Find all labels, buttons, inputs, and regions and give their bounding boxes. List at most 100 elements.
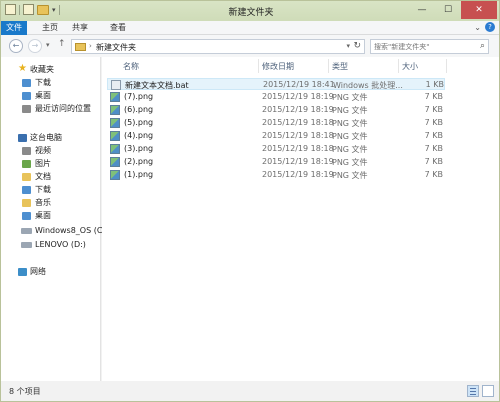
network-icon [18,268,27,276]
column-header-date[interactable]: 修改日期 [262,61,294,73]
file-type: PNG 文件 [332,158,368,167]
file-name: (7).png [124,92,154,101]
window-controls: — ☐ ✕ [409,1,497,19]
png-file-icon [110,157,120,167]
item-count: 8 个项目 [9,387,41,396]
column-divider[interactable] [398,59,399,73]
nav-label: 收藏夹 [30,65,54,74]
column-divider[interactable] [446,59,447,73]
title-bar: ▾ 新建文件夹 — ☐ ✕ [1,1,499,21]
file-type: PNG 文件 [332,106,368,115]
file-date: 2015/12/19 18:19 [262,170,334,179]
file-row[interactable]: 新建文本文档.bat 2015/12/19 18:41 Windows 批处理.… [107,78,445,90]
file-row[interactable]: (3).png 2015/12/19 18:18 PNG 文件 7 KB [107,143,445,155]
file-type: PNG 文件 [332,119,368,128]
file-size: 7 KB [424,157,443,166]
nav-label: 下载 [35,78,51,87]
file-type: Windows 批处理... [333,81,403,90]
nav-label: 最近访问的位置 [35,104,91,113]
column-header-size[interactable]: 大小 [402,61,418,73]
tab-view[interactable]: 查看 [102,21,134,35]
status-bar: 8 个项目 [1,381,499,401]
navigation-pane: ★ 收藏夹 下载 桌面 最近访问的位置 这台电脑 视频 图片 文档 下载 音乐 … [1,57,108,381]
file-size: 7 KB [424,131,443,140]
file-size: 7 KB [424,105,443,114]
folder-icon [75,43,86,51]
tab-share[interactable]: 共享 [64,21,96,35]
computer-icon [18,134,27,142]
drive-icon [21,242,32,248]
column-divider[interactable] [328,59,329,73]
png-file-icon [110,144,120,154]
nav-label: 音乐 [35,198,51,207]
file-row[interactable]: (5).png 2015/12/19 18:18 PNG 文件 7 KB [107,117,445,129]
chevron-down-icon[interactable]: ▾ [346,42,350,50]
file-row[interactable]: (6).png 2015/12/19 18:19 PNG 文件 7 KB [107,104,445,116]
file-size: 1 KB [425,80,444,89]
column-header-name[interactable]: 名称 [123,61,139,73]
downloads-icon [22,186,31,194]
refresh-icon[interactable]: ↻ [353,41,361,51]
file-name: 新建文本文档.bat [125,81,189,90]
file-date: 2015/12/19 18:18 [262,131,334,140]
recent-places-icon [22,105,31,113]
help-icon[interactable]: ? [485,22,495,32]
png-file-icon [110,105,120,115]
bat-file-icon [111,80,121,90]
file-type: PNG 文件 [332,132,368,141]
recent-locations-icon[interactable]: ▾ [46,41,50,49]
file-row[interactable]: (2).png 2015/12/19 18:19 PNG 文件 7 KB [107,156,445,168]
ribbon-tabs: 文件 主页 共享 查看 ⌄ ? [1,21,499,35]
minimize-button[interactable]: — [409,1,435,19]
file-date: 2015/12/19 18:19 [262,157,334,166]
large-icons-view-icon[interactable] [482,385,494,397]
nav-label: 下载 [35,185,51,194]
file-size: 7 KB [424,118,443,127]
search-box[interactable]: ⌕ [370,39,489,54]
desktop-icon [22,212,31,220]
nav-label: 桌面 [35,211,51,220]
file-name: (2).png [124,157,154,166]
png-file-icon [110,118,120,128]
drive-icon [21,228,32,234]
up-button[interactable]: ↑ [58,39,66,49]
search-icon[interactable]: ⌕ [480,41,485,51]
details-view-icon[interactable] [467,385,479,397]
file-date: 2015/12/19 18:18 [262,118,334,127]
file-date: 2015/12/19 18:19 [262,105,334,114]
close-button[interactable]: ✕ [461,1,497,19]
column-header-type[interactable]: 类型 [332,61,348,73]
tab-home[interactable]: 主页 [34,21,66,35]
expand-ribbon-icon[interactable]: ⌄ [474,23,481,32]
png-file-icon [110,131,120,141]
file-list: 名称 修改日期 类型 大小 新建文本文档.bat 2015/12/19 18:4… [102,57,499,381]
documents-icon [22,173,31,181]
address-bar[interactable]: › 新建文件夹 ▾ ↻ [71,39,365,54]
address-path[interactable]: 新建文件夹 [96,42,136,53]
column-divider[interactable] [258,59,259,73]
music-icon [22,199,31,207]
back-button[interactable]: ← [9,39,23,53]
desktop-icon [22,92,31,100]
maximize-button[interactable]: ☐ [435,1,461,19]
search-input[interactable] [374,41,474,52]
file-date: 2015/12/19 18:19 [262,92,334,101]
file-date: 2015/12/19 18:18 [262,144,334,153]
file-size: 7 KB [424,144,443,153]
file-row[interactable]: (1).png 2015/12/19 18:19 PNG 文件 7 KB [107,169,445,181]
file-row[interactable]: (7).png 2015/12/19 18:19 PNG 文件 7 KB [107,91,445,103]
file-type: PNG 文件 [332,145,368,154]
tab-file[interactable]: 文件 [1,21,27,35]
file-size: 7 KB [424,170,443,179]
nav-label: 图片 [35,159,51,168]
nav-label: 桌面 [35,91,51,100]
address-row: ← → ▾ ↑ › 新建文件夹 ▾ ↻ ⌕ [1,35,499,57]
file-date: 2015/12/19 18:41 [263,80,335,89]
chevron-right-icon[interactable]: › [89,42,92,50]
explorer-window: ▾ 新建文件夹 — ☐ ✕ 文件 主页 共享 查看 ⌄ ? ← → ▾ ↑ › … [0,0,500,402]
forward-button[interactable]: → [28,39,42,53]
file-row[interactable]: (4).png 2015/12/19 18:18 PNG 文件 7 KB [107,130,445,142]
nav-label: 视频 [35,146,51,155]
star-icon: ★ [18,63,27,74]
png-file-icon [110,170,120,180]
